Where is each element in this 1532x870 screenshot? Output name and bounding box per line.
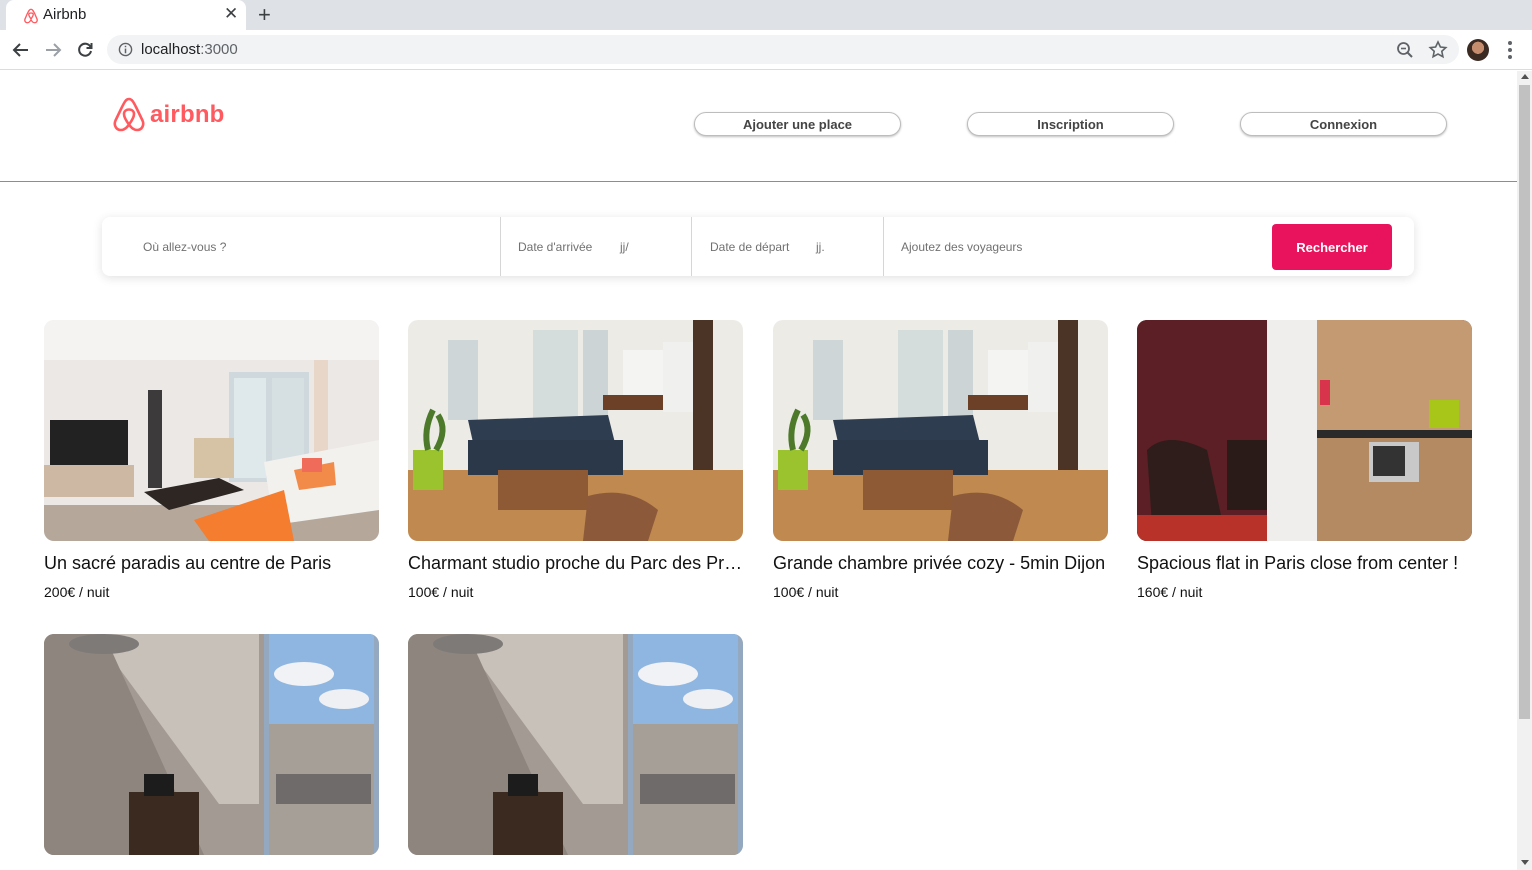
tab-title: Airbnb bbox=[43, 6, 87, 23]
page-scrollbar[interactable] bbox=[1517, 71, 1532, 870]
listing-title[interactable]: Spacious flat in Paris close from center… bbox=[1137, 553, 1472, 574]
location-input[interactable]: Où allez-vous ? bbox=[143, 217, 493, 276]
site-header: airbnb Ajouter une place Inscription Con… bbox=[0, 71, 1517, 182]
listing-title[interactable]: Grande chambre privée cozy - 5min Dijon bbox=[773, 553, 1108, 574]
listing-title[interactable]: Un sacré paradis au centre de Paris bbox=[44, 553, 379, 574]
listing-photo[interactable] bbox=[773, 320, 1108, 541]
browser-tab[interactable]: Airbnb ✕ bbox=[6, 0, 246, 30]
listing-price: 160€ / nuit bbox=[1137, 584, 1203, 600]
checkin-mask: jj/ bbox=[620, 239, 629, 254]
listing-title[interactable]: Charmant studio proche du Parc des Princ… bbox=[408, 553, 743, 574]
location-placeholder: Où allez-vous ? bbox=[143, 239, 227, 254]
back-icon[interactable] bbox=[8, 37, 34, 63]
close-tab-icon[interactable]: ✕ bbox=[224, 4, 238, 24]
checkout-mask: jj. bbox=[816, 239, 825, 254]
search-button[interactable]: Rechercher bbox=[1272, 224, 1392, 270]
url-text: localhost:3000 bbox=[141, 41, 238, 58]
checkin-date-input[interactable]: Date d'arrivée jj/ bbox=[518, 217, 688, 276]
listing-photo[interactable] bbox=[44, 634, 379, 855]
listing-price: 100€ / nuit bbox=[408, 584, 474, 600]
browser-toolbar: localhost:3000 bbox=[0, 30, 1532, 70]
search-bar: Où allez-vous ? Date d'arrivée jj/ Date … bbox=[102, 217, 1414, 276]
scroll-down-arrow-icon[interactable] bbox=[1521, 860, 1529, 865]
listing-photo[interactable] bbox=[44, 320, 379, 541]
listing-price: 200€ / nuit bbox=[44, 584, 110, 600]
divider bbox=[883, 217, 884, 276]
scroll-up-arrow-icon[interactable] bbox=[1521, 74, 1529, 79]
listing-photo[interactable] bbox=[408, 634, 743, 855]
scroll-thumb[interactable] bbox=[1519, 85, 1530, 719]
page-viewport: airbnb Ajouter une place Inscription Con… bbox=[0, 71, 1517, 870]
profile-avatar[interactable] bbox=[1467, 39, 1489, 61]
forward-icon[interactable] bbox=[40, 37, 66, 63]
checkin-label: Date d'arrivée bbox=[518, 239, 593, 254]
listing-photo[interactable] bbox=[408, 320, 743, 541]
info-icon[interactable] bbox=[118, 42, 133, 57]
checkout-label: Date de départ bbox=[710, 239, 790, 254]
zoom-icon[interactable] bbox=[1396, 41, 1414, 59]
divider bbox=[500, 217, 501, 276]
listing-photo[interactable] bbox=[1137, 320, 1472, 541]
browser-tabstrip: Airbnb ✕ + bbox=[0, 0, 1532, 30]
address-bar[interactable]: localhost:3000 bbox=[107, 35, 1459, 64]
checkout-date-input[interactable]: Date de départ jj. bbox=[710, 217, 880, 276]
logo-wordmark: airbnb bbox=[150, 101, 225, 128]
signup-button[interactable]: Inscription bbox=[967, 112, 1174, 136]
guests-placeholder: Ajoutez des voyageurs bbox=[901, 239, 1023, 254]
login-button[interactable]: Connexion bbox=[1240, 112, 1447, 136]
airbnb-logo[interactable]: airbnb bbox=[112, 97, 225, 133]
url-port: :3000 bbox=[200, 41, 238, 58]
kebab-menu-icon[interactable] bbox=[1503, 38, 1517, 62]
guests-input[interactable]: Ajoutez des voyageurs bbox=[901, 217, 1261, 276]
new-tab-icon[interactable]: + bbox=[258, 2, 271, 28]
add-place-button[interactable]: Ajouter une place bbox=[694, 112, 901, 136]
bookmark-star-icon[interactable] bbox=[1428, 40, 1448, 60]
airbnb-logo-icon bbox=[113, 97, 145, 132]
airbnb-favicon-icon bbox=[24, 8, 38, 24]
url-host: localhost bbox=[141, 41, 201, 58]
listing-price: 100€ / nuit bbox=[773, 584, 839, 600]
reload-icon[interactable] bbox=[72, 37, 98, 63]
divider bbox=[691, 217, 692, 276]
